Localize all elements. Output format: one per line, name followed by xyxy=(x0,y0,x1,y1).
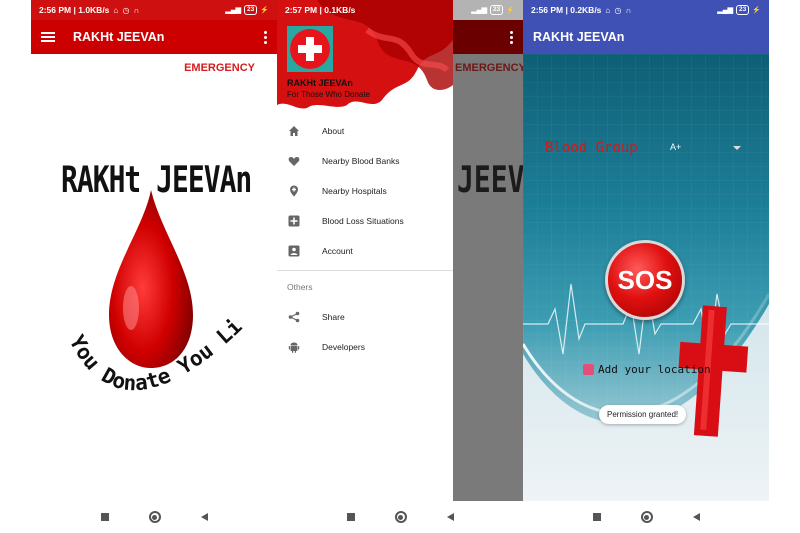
drawer-divider xyxy=(277,270,453,271)
heart-icon xyxy=(287,154,301,168)
drawer-screen: ▂▄▆ 23 ⚡ EMERGENCY JEEVAn 2:57 PM | 0.1K… xyxy=(277,0,523,533)
dropdown-arrow-icon[interactable] xyxy=(733,146,741,150)
drawer-status-bar: 2:57 PM | 0.1KB/s xyxy=(277,0,453,20)
status-bar: 2:56 PM | 1.0KB/s ⌂ ◷ ∩ ▂▄▆ 23 ⚡ xyxy=(31,0,277,20)
add-location-checkbox[interactable] xyxy=(583,364,594,375)
sos-button[interactable]: SOS xyxy=(605,240,685,320)
notification-icons: ⌂ ◷ ∩ xyxy=(113,5,141,15)
notification-icons: ⌂ ◷ ∩ xyxy=(605,5,633,15)
app-bar: RAKHt JEEVAn xyxy=(31,20,277,54)
home-nav-icon[interactable] xyxy=(640,511,653,523)
logo-behind: JEEVAn xyxy=(457,158,523,201)
emergency-button[interactable]: EMERGENCY xyxy=(184,62,255,74)
home-nav-icon[interactable] xyxy=(394,511,407,523)
menu-item-label: Developers xyxy=(322,342,365,352)
battery-icon: 23 xyxy=(490,5,504,15)
home-screen: 2:56 PM | 1.0KB/s ⌂ ◷ ∩ ▂▄▆ 23 ⚡ RAKHt J… xyxy=(31,0,277,533)
tagline-curve: You Donate You Live xyxy=(51,300,247,395)
drawer-header: 2:57 PM | 0.1KB/s RAKHt JEEVAn For Those… xyxy=(277,0,453,111)
blood-group-dropdown[interactable]: A+ xyxy=(670,142,681,152)
sos-label: SOS xyxy=(617,264,673,295)
overflow-menu-icon xyxy=(510,30,513,44)
home-nav-icon[interactable] xyxy=(148,511,161,523)
menu-item-developers[interactable]: Developers xyxy=(277,332,453,362)
signal-icon: ▂▄▆ xyxy=(717,7,734,14)
menu-item-nearby-blood-banks[interactable]: Nearby Blood Banks xyxy=(277,146,453,176)
overflow-menu-icon[interactable] xyxy=(264,30,267,44)
emergency-behind: EMERGENCY xyxy=(455,62,523,74)
menu-item-label: Account xyxy=(322,246,353,256)
menu-item-label: Nearby Hospitals xyxy=(322,186,387,196)
menu-item-about[interactable]: About xyxy=(277,116,453,146)
location-pin-icon xyxy=(287,184,301,198)
status-time: 2:56 PM | 1.0KB/s xyxy=(39,5,110,15)
drawer-title: RAKHt JEEVAn xyxy=(287,78,353,88)
battery-icon: 23 xyxy=(736,5,750,15)
logo-tagline: You Donate You Live xyxy=(51,300,247,395)
android-icon xyxy=(287,340,301,354)
signal-icons: ▂▄▆ 23 ⚡ xyxy=(225,5,269,15)
menu-item-label: Share xyxy=(322,312,345,322)
system-nav-bar xyxy=(523,501,769,533)
signal-icon: ▂▄▆ xyxy=(471,7,488,14)
status-bar: 2:56 PM | 0.2KB/s ⌂ ◷ ∩ ▂▄▆ 23 ⚡ xyxy=(523,0,769,20)
menu-item-label: Blood Loss Situations xyxy=(322,216,404,226)
add-location-label[interactable]: Add your location xyxy=(598,363,711,376)
sos-screen: 2:56 PM | 0.2KB/s ⌂ ◷ ∩ ▂▄▆ 23 ⚡ RAKHt J… xyxy=(523,0,769,533)
back-icon[interactable] xyxy=(446,513,454,521)
menu-item-label: About xyxy=(322,126,345,136)
app-bar: RAKHt JEEVAn xyxy=(523,20,769,54)
home-icon xyxy=(287,124,301,138)
menu-item-blood-loss-situations[interactable]: Blood Loss Situations xyxy=(277,206,453,236)
recents-icon[interactable] xyxy=(100,513,109,521)
toast-message: Permission granted! xyxy=(599,405,687,424)
share-icon xyxy=(287,310,301,324)
signal-icons: ▂▄▆ 23 ⚡ xyxy=(471,5,515,15)
plus-box-icon xyxy=(287,214,301,228)
menu-item-nearby-hospitals[interactable]: Nearby Hospitals xyxy=(277,176,453,206)
recents-icon[interactable] xyxy=(592,513,601,521)
back-icon[interactable] xyxy=(200,513,208,521)
signal-icon: ▂▄▆ xyxy=(225,7,242,14)
system-nav-bar xyxy=(277,501,523,533)
account-box-icon xyxy=(287,244,301,258)
menu-item-account[interactable]: Account xyxy=(277,236,453,266)
charging-icon: ⚡ xyxy=(752,7,761,14)
svg-text:You Donate You Live: You Donate You Live xyxy=(51,300,247,395)
charging-icon: ⚡ xyxy=(260,7,269,14)
status-time: 2:56 PM | 0.2KB/s xyxy=(531,5,602,15)
back-icon[interactable] xyxy=(692,513,700,521)
system-nav-bar xyxy=(31,501,277,533)
app-logo-icon xyxy=(287,26,333,72)
app-title: RAKHt JEEVAn xyxy=(73,30,165,44)
signal-icons: ▂▄▆ 23 ⚡ xyxy=(717,5,761,15)
status-time: 2:57 PM | 0.1KB/s xyxy=(285,5,356,15)
menu-item-label: Nearby Blood Banks xyxy=(322,156,400,166)
recents-icon[interactable] xyxy=(346,513,355,521)
menu-item-share[interactable]: Share xyxy=(277,302,453,332)
navigation-drawer: 2:57 PM | 0.1KB/s RAKHt JEEVAn For Those… xyxy=(277,0,453,501)
app-title: RAKHt JEEVAn xyxy=(533,30,625,44)
menu-icon[interactable] xyxy=(41,32,55,42)
blood-group-label: Blood Group xyxy=(545,140,638,156)
drawer-subtitle: For Those Who Donate xyxy=(287,90,371,99)
battery-icon: 23 xyxy=(244,5,258,15)
section-label-others: Others xyxy=(287,282,313,292)
charging-icon: ⚡ xyxy=(506,7,515,14)
